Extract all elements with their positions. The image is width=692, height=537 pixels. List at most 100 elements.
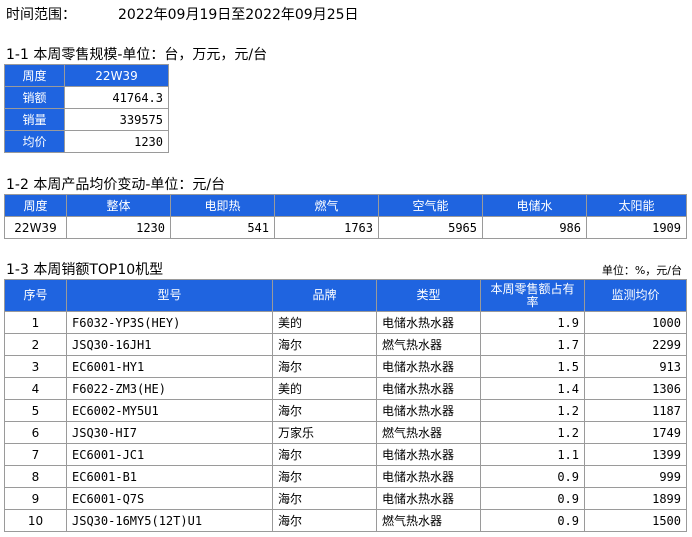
table-cell: 海尔: [272, 355, 377, 378]
table-cell: 海尔: [272, 509, 377, 532]
row-label: 周度: [4, 64, 65, 87]
table-cell: 1749: [584, 421, 687, 444]
table-cell: 燃气热水器: [376, 421, 481, 444]
table-cell: 0.9: [480, 465, 585, 488]
table-cell: EC6001-B1: [66, 465, 273, 488]
column-header: 太阳能: [586, 194, 687, 217]
period-label: 时间范围：: [6, 7, 76, 23]
table-row: 周度 22W39: [4, 64, 169, 87]
table-cell: 1000: [584, 311, 687, 334]
top10-models-table: 序号 型号 品牌 类型 本周零售额占有率 监测均价 1 F6032-YP3S(HEY) 美的电…: [4, 279, 687, 532]
table-cell: 1399: [584, 443, 687, 466]
table-cell: 电储水热水器: [376, 399, 481, 422]
table-cell: 5965: [378, 216, 483, 239]
table-row: 均价 1230: [4, 130, 169, 153]
table-cell: JSQ30-16JH1: [66, 333, 273, 356]
table-cell: 1.5: [480, 355, 585, 378]
table-cell: 541: [170, 216, 275, 239]
table-row: 1 F6032-YP3S(HEY) 美的 电储水热水器 1.9 1000: [4, 311, 687, 334]
column-header: 电即热: [170, 194, 275, 217]
table-row: 2 JSQ30-16JH1 海尔 燃气热水器 1.7 2299: [4, 333, 687, 356]
unit-note: 单位：%，元/台: [601, 264, 682, 277]
column-header: 燃气: [274, 194, 379, 217]
table-cell: 7: [4, 443, 67, 466]
column-header: 周度: [4, 194, 67, 217]
row-label: 销量: [4, 108, 65, 131]
table-cell: 4: [4, 377, 67, 400]
column-header: 类型: [376, 279, 481, 312]
table-cell: 1.7: [480, 333, 585, 356]
table-cell: 1.9: [480, 311, 585, 334]
row-value: 339575: [64, 108, 169, 131]
table-cell: 5: [4, 399, 67, 422]
column-header: 监测均价: [584, 279, 687, 312]
table-cell: 6: [4, 421, 67, 444]
column-header: 本周零售额占有率: [480, 279, 585, 312]
table-cell: 海尔: [272, 465, 377, 488]
column-header: 电储水: [482, 194, 587, 217]
table-cell: 海尔: [272, 399, 377, 422]
table-cell: 1.4: [480, 377, 585, 400]
column-header: 整体: [66, 194, 171, 217]
column-header: 空气能: [378, 194, 483, 217]
table-cell: 美的: [272, 311, 377, 334]
table-cell: 1899: [584, 487, 687, 510]
table-cell: 1: [4, 311, 67, 334]
table-cell: 电储水热水器: [376, 355, 481, 378]
table-row: 10 JSQ30-16MY5(12T)U1 海尔 燃气热水器 0.9 1500: [4, 509, 687, 532]
table-cell: 燃气热水器: [376, 509, 481, 532]
table-cell: 1.2: [480, 399, 585, 422]
section1-title: 1-1 本周零售规模-单位：台，万元，元/台: [6, 47, 268, 63]
table-cell: 电储水热水器: [376, 311, 481, 334]
table-row: 3 EC6001-HY1 海尔 电储水热水器 1.5 913: [4, 355, 687, 378]
table-row: 销额 41764.3: [4, 86, 169, 109]
column-header: 序号: [4, 279, 67, 312]
table-cell: EC6002-MY5U1: [66, 399, 273, 422]
table-cell: 1.1: [480, 443, 585, 466]
retail-scale-table: 周度 22W39 销额 41764.3 销量 339575 均价 1230: [4, 64, 169, 153]
table-cell: 1909: [586, 216, 687, 239]
row-value: 22W39: [64, 64, 169, 87]
table-cell: 1306: [584, 377, 687, 400]
table-cell: 22W39: [4, 216, 67, 239]
table-cell: JSQ30-HI7: [66, 421, 273, 444]
table-cell: EC6001-HY1: [66, 355, 273, 378]
table-cell: 电储水热水器: [376, 377, 481, 400]
column-header: 品牌: [272, 279, 377, 312]
avg-price-table: 周度 整体 电即热 燃气 空气能 电储水 太阳能 22W39 1230 541 1763 5965 9…: [4, 194, 687, 239]
row-label: 销额: [4, 86, 65, 109]
table-cell: F6032-YP3S(HEY): [66, 311, 273, 334]
section2-title: 1-2 本周产品均价变动-单位：元/台: [6, 177, 226, 193]
table-cell: 美的: [272, 377, 377, 400]
section3-title: 1-3 本周销额TOP10机型: [6, 262, 164, 278]
table-cell: 电储水热水器: [376, 487, 481, 510]
table-row: 7 EC6001-JC1 海尔 电储水热水器 1.1 1399: [4, 443, 687, 466]
row-label: 均价: [4, 130, 65, 153]
table-cell: 10: [4, 509, 67, 532]
table-cell: 海尔: [272, 443, 377, 466]
table-row: 9 EC6001-Q7S 海尔 电储水热水器 0.9 1899: [4, 487, 687, 510]
table-row: 4 F6022-ZM3(HE) 美的 电储水热水器 1.4 1306: [4, 377, 687, 400]
table-cell: 1187: [584, 399, 687, 422]
table-row: 5 EC6002-MY5U1 海尔 电储水热水器 1.2 1187: [4, 399, 687, 422]
table-cell: 海尔: [272, 487, 377, 510]
row-value: 41764.3: [64, 86, 169, 109]
table-cell: 万家乐: [272, 421, 377, 444]
period-line: 时间范围： 2022年09月19日至2022年09月25日: [6, 4, 359, 24]
table-cell: JSQ30-16MY5(12T)U1: [66, 509, 273, 532]
table-cell: EC6001-JC1: [66, 443, 273, 466]
table-row: 销量 339575: [4, 108, 169, 131]
table-cell: 3: [4, 355, 67, 378]
table-cell: 913: [584, 355, 687, 378]
table-row: 8 EC6001-B1 海尔 电储水热水器 0.9 999: [4, 465, 687, 488]
table-cell: 2299: [584, 333, 687, 356]
table-row: 6 JSQ30-HI7 万家乐 燃气热水器 1.2 1749: [4, 421, 687, 444]
table-cell: 1763: [274, 216, 379, 239]
table-cell: 1.2: [480, 421, 585, 444]
period-value: 2022年09月19日至2022年09月25日: [118, 7, 359, 23]
table-cell: 电储水热水器: [376, 465, 481, 488]
table-cell: 燃气热水器: [376, 333, 481, 356]
table-cell: 1230: [66, 216, 171, 239]
table-cell: 9: [4, 487, 67, 510]
table-cell: 999: [584, 465, 687, 488]
